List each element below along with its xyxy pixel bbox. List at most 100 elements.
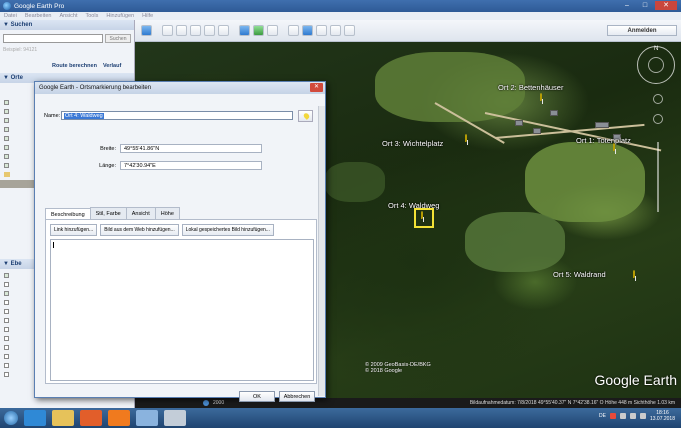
system-tray: DE 18:16 13.07.2018 xyxy=(599,410,675,422)
menu-add[interactable]: Hinzufügen xyxy=(106,13,134,19)
sunlight-icon[interactable] xyxy=(253,25,264,36)
menubar: Datei Bearbeiten Ansicht Tools Hinzufüge… xyxy=(0,12,681,20)
placemark-pin-icon[interactable] xyxy=(421,211,428,222)
add-placemark-icon[interactable] xyxy=(162,25,173,36)
place-checkbox[interactable] xyxy=(4,136,9,141)
volume-icon[interactable] xyxy=(639,413,646,419)
description-textarea[interactable] xyxy=(50,239,314,381)
layer-checkbox[interactable] xyxy=(4,327,9,332)
record-tour-icon[interactable] xyxy=(218,25,229,36)
compass-center[interactable] xyxy=(648,57,664,73)
text-caret xyxy=(53,242,54,248)
placemark-pin-icon[interactable] xyxy=(613,143,620,154)
menu-view[interactable]: Ansicht xyxy=(59,13,77,19)
name-input[interactable]: Ort 4: Waldweg xyxy=(61,111,293,120)
dialog-title: Google Earth - Ortsmarkierung bearbeiten xyxy=(39,85,152,91)
layer-checkbox[interactable] xyxy=(4,354,9,359)
layer-checkbox[interactable] xyxy=(4,291,9,296)
maximize-button[interactable]: □ xyxy=(637,1,653,10)
building xyxy=(533,128,541,134)
cancel-button[interactable]: Abbrechen xyxy=(279,391,315,402)
place-checkbox[interactable] xyxy=(4,118,9,123)
ok-button[interactable]: OK xyxy=(239,391,275,402)
place-label-ort3[interactable]: Ort 3: Wichtelplatz xyxy=(382,139,443,148)
look-joystick-icon[interactable] xyxy=(653,94,663,104)
place-label-ort2[interactable]: Ort 2: Bettenhäuser xyxy=(498,83,563,92)
media-player-icon[interactable] xyxy=(80,410,102,426)
layer-checkbox[interactable] xyxy=(4,318,9,323)
email-icon[interactable] xyxy=(302,25,313,36)
app-taskbar-icon[interactable] xyxy=(164,410,186,426)
places-tree xyxy=(4,98,16,179)
placemark-pin-icon[interactable] xyxy=(465,134,472,145)
menu-file[interactable]: Datei xyxy=(4,13,17,19)
place-label-ort5[interactable]: Ort 5: Waldrand xyxy=(553,270,606,279)
route-link[interactable]: Route berechnen xyxy=(52,63,97,69)
zoom-slider[interactable] xyxy=(657,142,659,212)
layer-checkbox[interactable] xyxy=(4,300,9,305)
save-image-icon[interactable] xyxy=(330,25,341,36)
menu-tools[interactable]: Tools xyxy=(86,13,99,19)
flag-icon[interactable] xyxy=(619,413,626,419)
place-checkbox[interactable] xyxy=(4,109,9,114)
place-checkbox[interactable] xyxy=(4,163,9,168)
google-earth-taskbar-icon[interactable] xyxy=(136,410,158,426)
internet-explorer-icon[interactable] xyxy=(24,410,46,426)
add-web-image-button[interactable]: Bild aus dem Web hinzufügen... xyxy=(100,224,179,236)
dialog-close-button[interactable]: ✕ xyxy=(310,83,323,92)
sidebar-toggle-icon[interactable] xyxy=(141,25,152,36)
layer-checkbox[interactable] xyxy=(4,363,9,368)
layer-checkbox[interactable] xyxy=(4,282,9,287)
placemark-pin-icon[interactable] xyxy=(540,93,547,104)
minimize-button[interactable]: – xyxy=(619,1,635,10)
place-checkbox[interactable] xyxy=(4,154,9,159)
tray-red-icon[interactable] xyxy=(609,413,616,419)
placemark-pin-icon[interactable] xyxy=(633,270,640,281)
dialog-titlebar[interactable]: Google Earth - Ortsmarkierung bearbeiten… xyxy=(35,82,325,94)
toolbar: Anmelden xyxy=(135,20,681,42)
view-in-maps-icon[interactable] xyxy=(344,25,355,36)
tour-icon[interactable] xyxy=(203,400,209,406)
layer-checkbox[interactable] xyxy=(4,372,9,377)
start-button[interactable] xyxy=(4,411,18,425)
add-link-button[interactable]: Link hinzufügen... xyxy=(50,224,98,236)
print-icon[interactable] xyxy=(316,25,327,36)
layer-checkbox[interactable] xyxy=(4,273,9,278)
place-checkbox[interactable] xyxy=(4,100,9,105)
placemark-icon-button[interactable] xyxy=(298,110,313,122)
add-local-image-button[interactable]: Lokal gespeichertes Bild hinzufügen... xyxy=(181,224,274,236)
network-icon[interactable] xyxy=(629,413,636,419)
layer-checkbox[interactable] xyxy=(4,345,9,350)
layer-checkbox[interactable] xyxy=(4,336,9,341)
historical-imagery-icon[interactable] xyxy=(239,25,250,36)
history-link[interactable]: Verlauf xyxy=(103,63,121,69)
longitude-input[interactable]: 7°42'30.94"E xyxy=(120,161,262,170)
add-path-icon[interactable] xyxy=(190,25,201,36)
move-joystick-icon[interactable] xyxy=(653,114,663,124)
place-label-ort1[interactable]: Ort 1: Totenplatz xyxy=(576,136,631,145)
compass-ring[interactable]: N xyxy=(637,46,675,84)
latitude-input[interactable]: 49°55'41.86"N xyxy=(120,144,262,153)
search-button[interactable]: Suchen xyxy=(105,34,131,43)
planets-icon[interactable] xyxy=(267,25,278,36)
add-overlay-icon[interactable] xyxy=(204,25,215,36)
menu-help[interactable]: Hilfe xyxy=(142,13,153,19)
dialog-scrollbar[interactable] xyxy=(318,106,325,396)
search-panel-header[interactable]: ▼ Suchen xyxy=(0,20,134,30)
menu-edit[interactable]: Bearbeiten xyxy=(25,13,52,19)
add-polygon-icon[interactable] xyxy=(176,25,187,36)
ruler-icon[interactable] xyxy=(288,25,299,36)
search-input[interactable] xyxy=(3,34,103,43)
signin-button[interactable]: Anmelden xyxy=(607,25,677,36)
firefox-icon[interactable] xyxy=(108,410,130,426)
app-titlebar: Google Earth Pro – □ ✕ xyxy=(0,0,681,12)
file-explorer-icon[interactable] xyxy=(52,410,74,426)
tour-label: 2000 xyxy=(213,400,225,406)
place-checkbox[interactable] xyxy=(4,145,9,150)
clock[interactable]: 18:16 13.07.2018 xyxy=(650,410,675,422)
place-checkbox[interactable] xyxy=(4,127,9,132)
compass-north: N xyxy=(654,46,659,52)
close-window-button[interactable]: ✕ xyxy=(655,1,677,10)
layer-checkbox[interactable] xyxy=(4,309,9,314)
language-indicator[interactable]: DE xyxy=(599,413,606,419)
